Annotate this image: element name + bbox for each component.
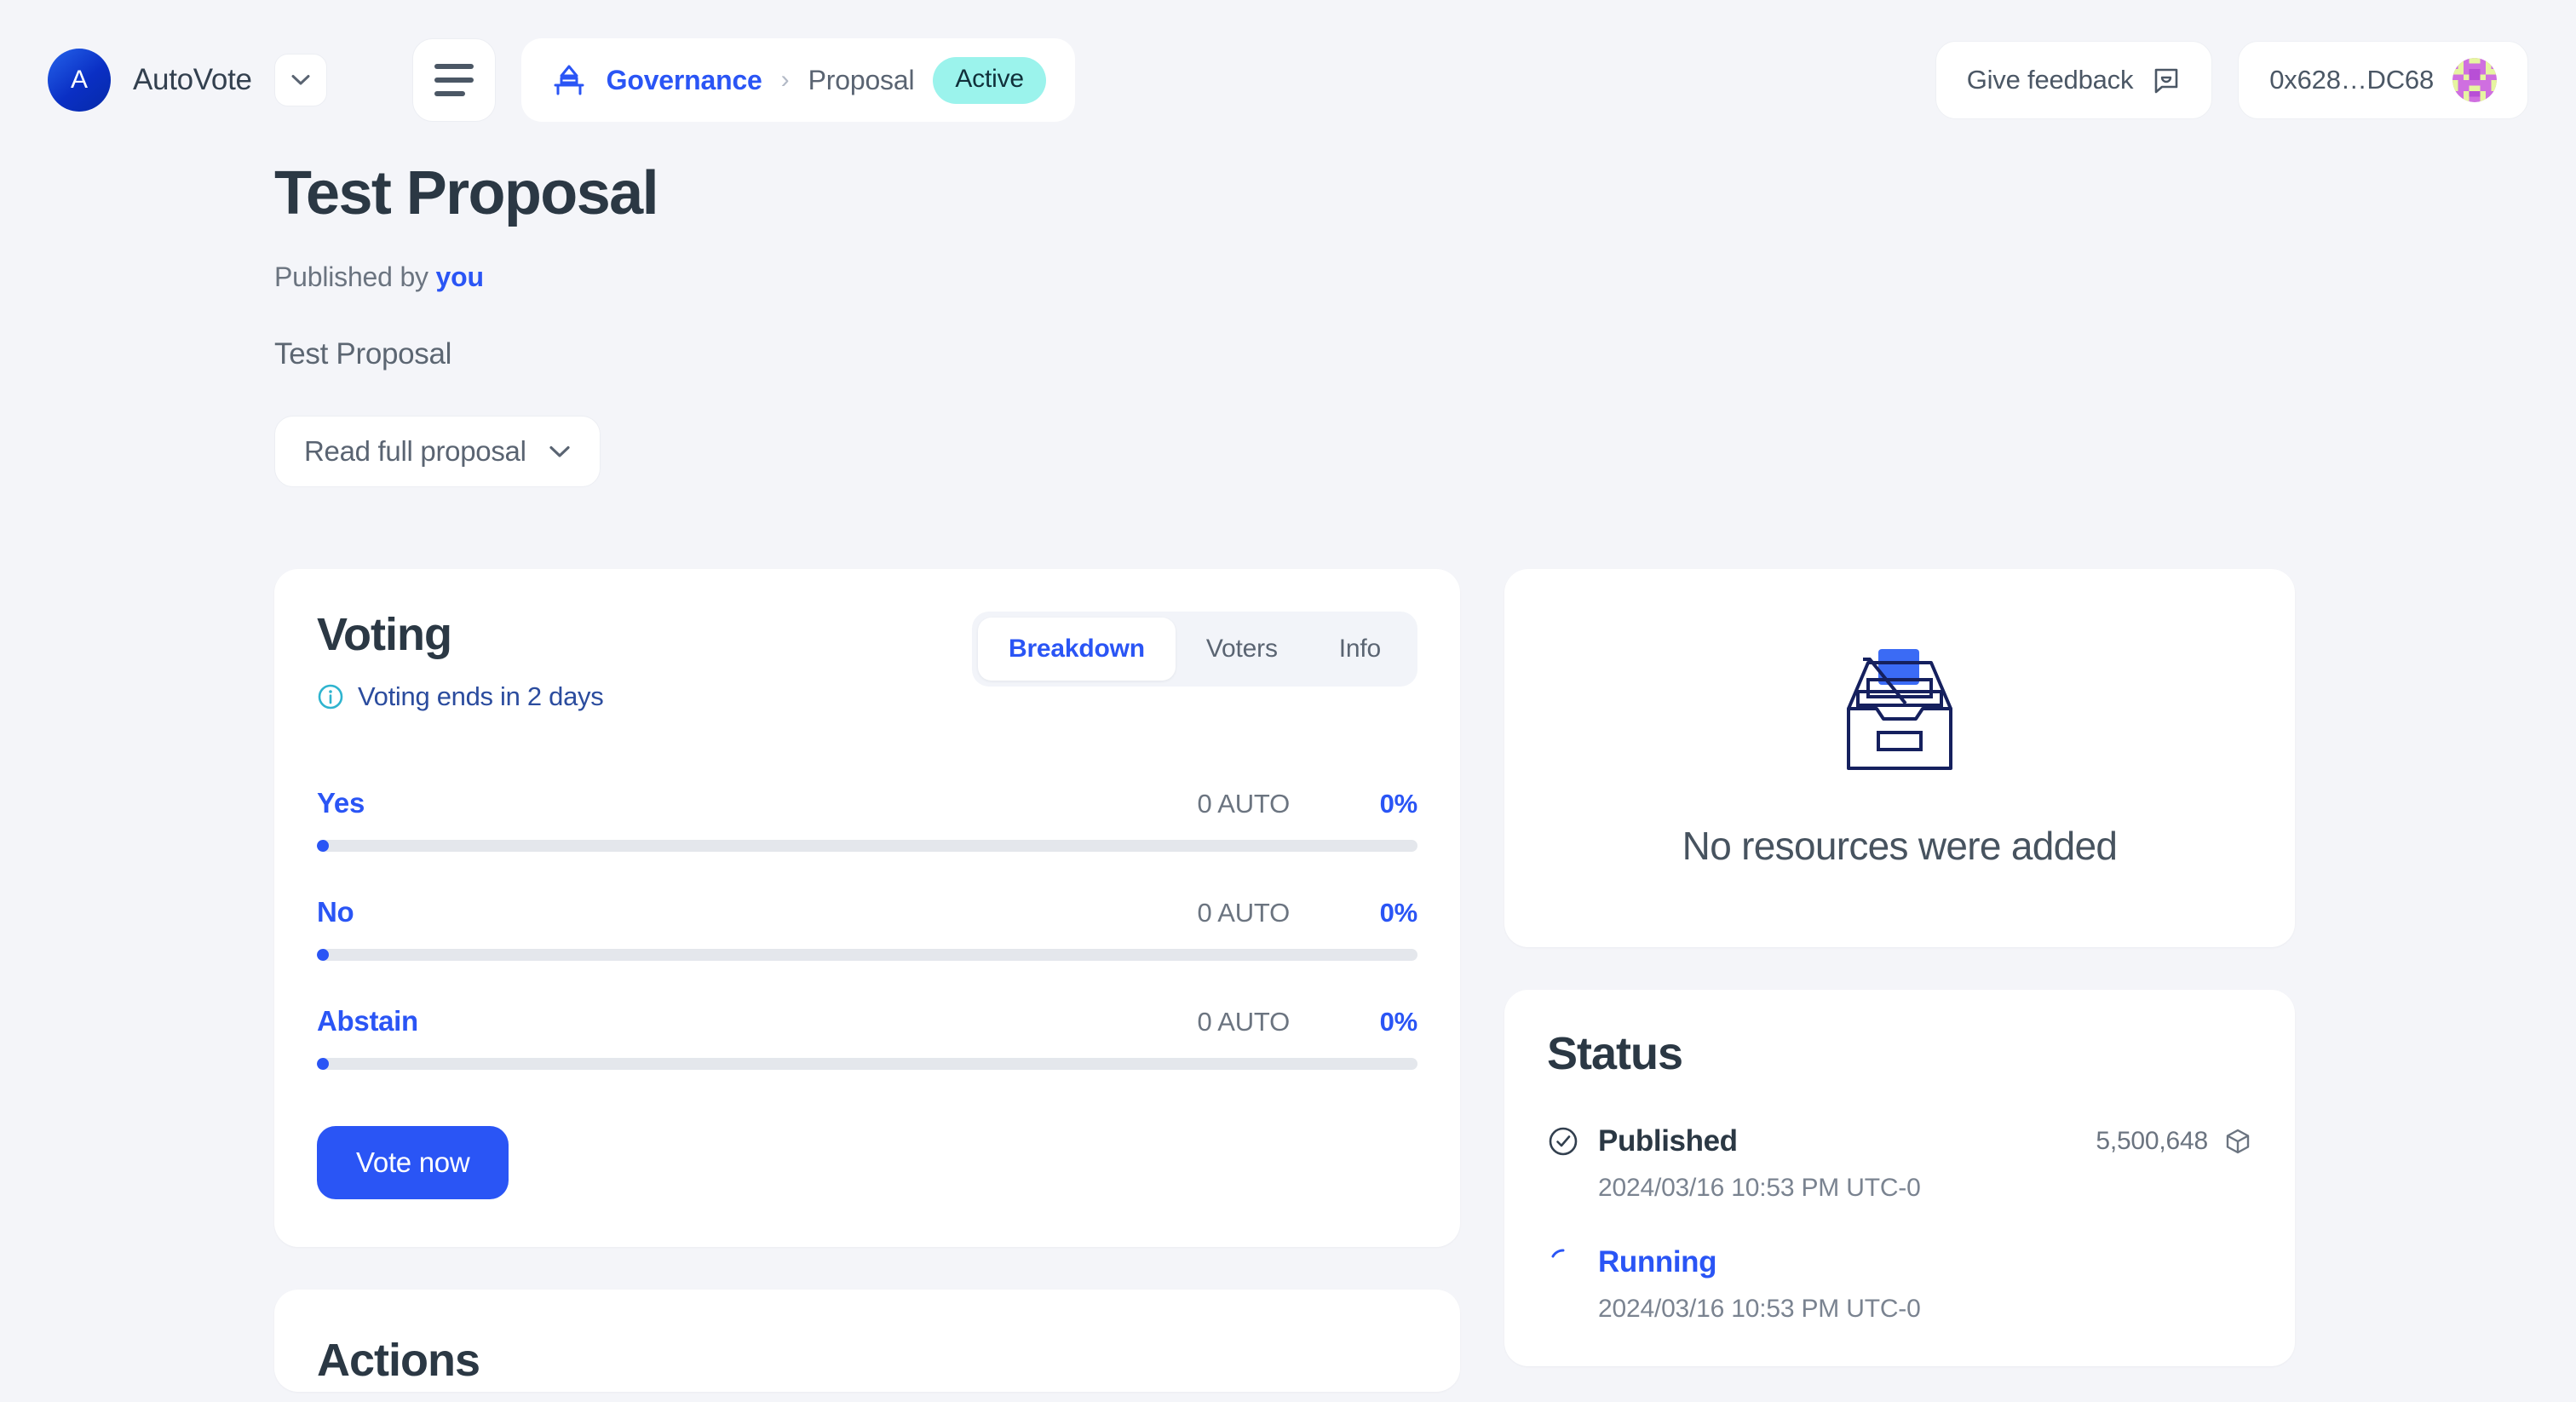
vote-option-amount: 0 AUTO — [1197, 898, 1291, 928]
hamburger-menu-icon-line — [434, 91, 465, 96]
voting-card: Voting Voting ends in 2 days Breakdown V… — [274, 569, 1460, 1248]
status-badge: Active — [933, 56, 1046, 104]
vote-option-progress-fill — [317, 840, 329, 853]
voting-card-header: Voting Voting ends in 2 days Breakdown V… — [317, 612, 1417, 712]
published-by: Published by you — [274, 261, 2576, 293]
status-item-header: Published 5,500,648 — [1547, 1124, 2252, 1158]
resources-card: No resources were added — [1504, 569, 2295, 948]
voting-ends-notice: Voting ends in 2 days — [317, 681, 604, 712]
top-bar-right: Give feedback 0x628…DC68 — [1935, 41, 2528, 119]
spinner-icon — [1551, 1249, 1565, 1258]
status-block-number: 5,500,648 — [2096, 1127, 2208, 1156]
vote-option-percent: 0% — [1379, 898, 1418, 928]
status-item-header: Running — [1547, 1245, 2252, 1279]
wallet-address-label: 0x628…DC68 — [2269, 65, 2434, 95]
status-item-block: 5,500,648 — [2096, 1127, 2252, 1156]
published-by-author-link[interactable]: you — [436, 261, 484, 292]
right-column: No resources were added Status Published… — [1504, 569, 2295, 1392]
status-item-published: Published 5,500,648 2024/03/16 10:53 PM … — [1547, 1124, 2252, 1203]
voting-heading-group: Voting Voting ends in 2 days — [317, 609, 604, 712]
actions-card: Actions — [274, 1290, 1460, 1393]
breadcrumb: Governance › Proposal Active — [520, 38, 1075, 122]
chevron-down-icon — [549, 446, 570, 457]
voting-title: Voting — [317, 609, 452, 661]
actions-title: Actions — [317, 1335, 480, 1387]
vote-option-percent: 0% — [1379, 1007, 1418, 1037]
vote-option-percent: 0% — [1379, 789, 1418, 819]
brand-name: AutoVote — [133, 63, 252, 96]
proposal-summary: Test Proposal — [274, 337, 452, 371]
tab-voters[interactable]: Voters — [1176, 618, 1308, 681]
empty-inbox-drawer-icon — [1847, 649, 1952, 771]
chevron-down-icon — [291, 75, 310, 85]
give-feedback-button[interactable]: Give feedback — [1935, 41, 2213, 119]
governance-ballot-icon — [554, 65, 584, 95]
status-card: Status Published 5,500,648 2024/03/16 10… — [1504, 990, 2295, 1367]
page-title: Test Proposal — [274, 159, 659, 227]
give-feedback-label: Give feedback — [1966, 65, 2134, 95]
vote-option-label: Abstain — [317, 1005, 418, 1037]
status-item-name: Published — [1598, 1124, 1738, 1158]
main-menu-button[interactable] — [411, 38, 496, 122]
vote-option-label: No — [317, 896, 354, 928]
published-by-prefix: Published by — [274, 261, 428, 293]
vote-option-progress-fill — [317, 1058, 329, 1071]
vote-option-header: Yes 0 AUTO 0% — [317, 787, 1417, 819]
info-circle-icon — [318, 684, 343, 710]
vote-breakdown-list: Yes 0 AUTO 0% No 0 AUTO 0% Abstain 0 AUT… — [317, 787, 1417, 1071]
breadcrumb-governance-link[interactable]: Governance — [607, 65, 762, 96]
wallet-button[interactable]: 0x628…DC68 — [2238, 41, 2528, 119]
resources-empty-text: No resources were added — [1682, 824, 2118, 869]
voting-ends-text: Voting ends in 2 days — [358, 681, 604, 712]
vote-now-button[interactable]: Vote now — [317, 1126, 509, 1200]
read-full-proposal-button[interactable]: Read full proposal — [274, 416, 601, 488]
vote-option-amount: 0 AUTO — [1197, 789, 1291, 819]
vote-option-row: No 0 AUTO 0% — [317, 896, 1417, 962]
vote-option-row: Yes 0 AUTO 0% — [317, 787, 1417, 853]
breadcrumb-separator: › — [780, 66, 790, 94]
top-bar: A AutoVote Governance › Proposal Active … — [0, 0, 2576, 160]
voting-tabs: Breakdown Voters Info — [971, 612, 1417, 687]
breadcrumb-current: Proposal — [808, 64, 915, 95]
cube-icon — [2226, 1129, 2250, 1154]
vote-option-progress-fill — [317, 949, 329, 962]
blockies-avatar — [2452, 58, 2497, 102]
status-item-time: 2024/03/16 10:53 PM UTC-0 — [1598, 1295, 1921, 1324]
status-item-running: Running 2024/03/16 10:53 PM UTC-0 — [1547, 1245, 2252, 1324]
vote-option-progress-track — [317, 1058, 1417, 1071]
brand-avatar: A — [48, 49, 111, 112]
read-full-proposal-label: Read full proposal — [304, 435, 526, 468]
hamburger-menu-icon — [434, 64, 474, 69]
brand[interactable]: A AutoVote — [48, 49, 252, 112]
speech-bubble-smile-icon — [2154, 68, 2178, 94]
left-column: Voting Voting ends in 2 days Breakdown V… — [274, 569, 1460, 1393]
status-title: Status — [1547, 1028, 1683, 1080]
vote-option-header: Abstain 0 AUTO 0% — [317, 1005, 1417, 1037]
vote-option-amount: 0 AUTO — [1197, 1007, 1291, 1037]
vote-option-header: No 0 AUTO 0% — [317, 896, 1417, 928]
tab-breakdown[interactable]: Breakdown — [977, 618, 1176, 681]
content-grid: Voting Voting ends in 2 days Breakdown V… — [274, 569, 2576, 1393]
check-circle-icon — [1549, 1127, 1578, 1156]
vote-option-row: Abstain 0 AUTO 0% — [317, 1005, 1417, 1071]
status-item-name: Running — [1598, 1245, 1717, 1279]
hamburger-menu-icon-line — [434, 78, 474, 83]
page-body: Test Proposal Published by you Test Prop… — [0, 159, 2576, 1393]
tab-info[interactable]: Info — [1308, 618, 1412, 681]
vote-option-progress-track — [317, 949, 1417, 962]
vote-option-progress-track — [317, 840, 1417, 853]
vote-option-label: Yes — [317, 787, 365, 819]
status-item-time: 2024/03/16 10:53 PM UTC-0 — [1598, 1174, 1921, 1203]
brand-dropdown-button[interactable] — [273, 54, 327, 106]
